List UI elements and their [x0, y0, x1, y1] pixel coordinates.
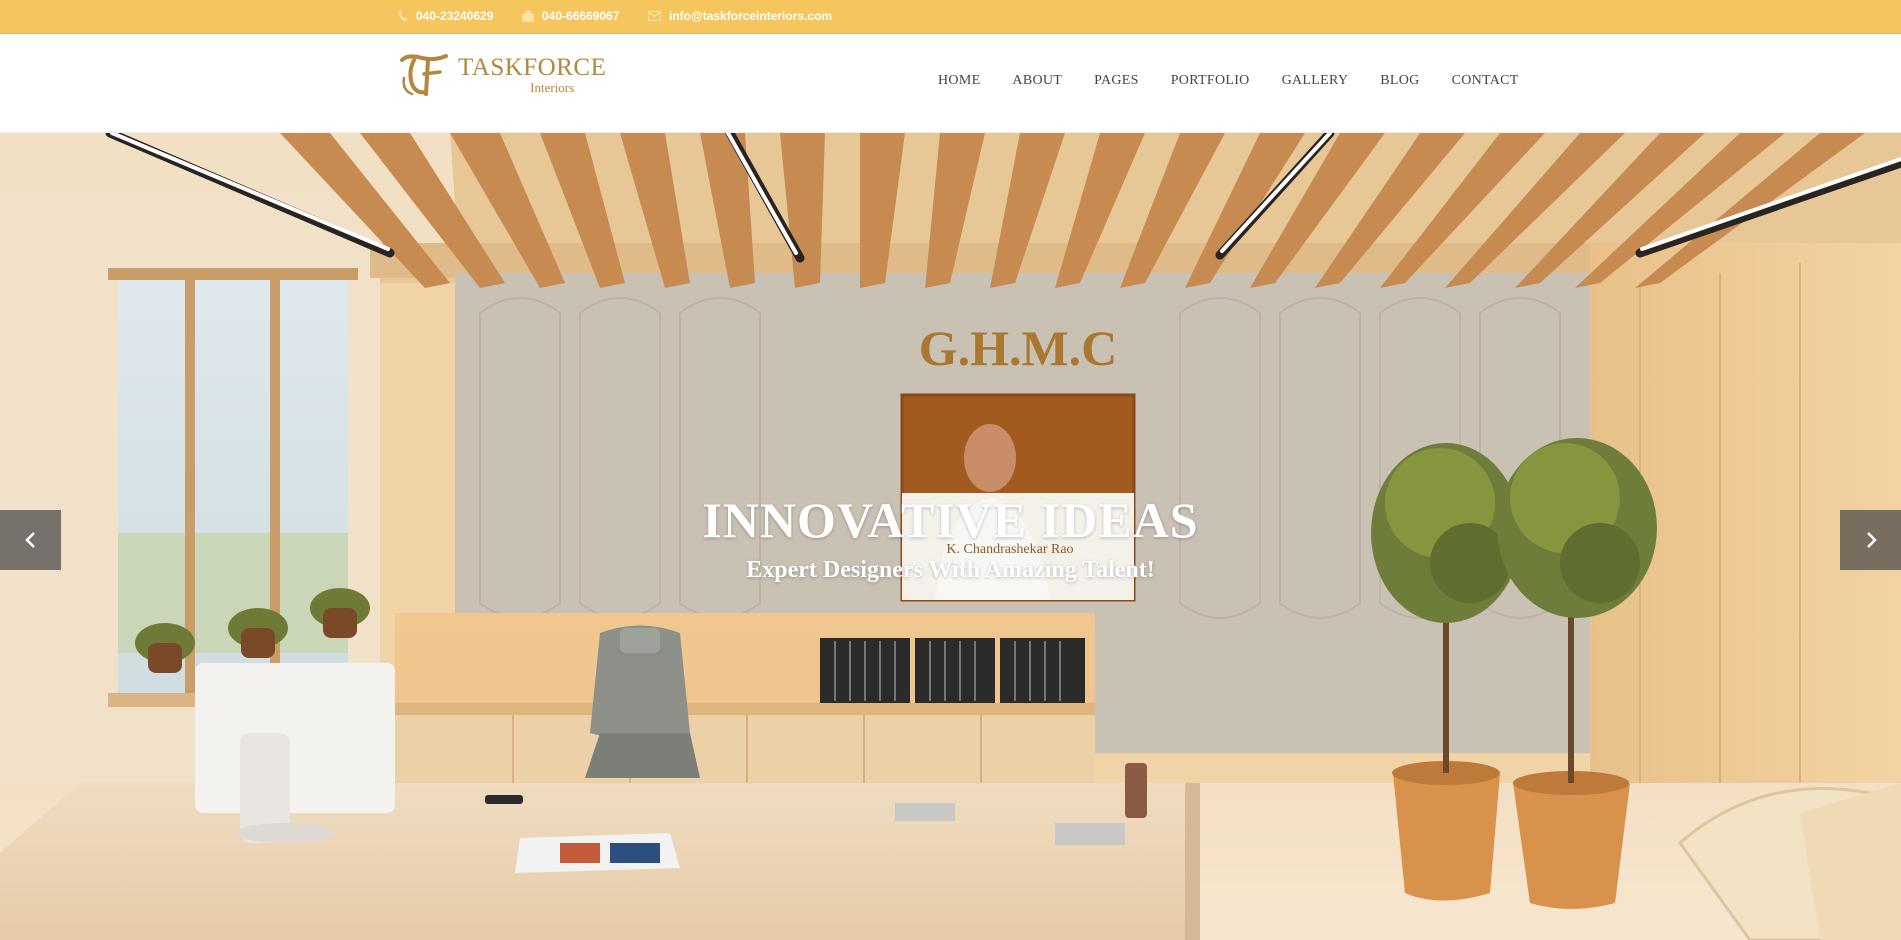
nav-about[interactable]: ABOUT [1012, 73, 1062, 89]
fax-icon [522, 10, 534, 22]
logo-name: TASKFORCE [458, 54, 607, 81]
hero-subtitle: Expert Designers With Amazing Talent! [746, 557, 1155, 583]
email-contact[interactable]: info@taskforceinteriors.com [648, 8, 832, 24]
slider-next-button[interactable] [1840, 510, 1901, 570]
nav-home[interactable]: HOME [938, 73, 980, 89]
phone-number-2: 040-66669067 [542, 9, 620, 23]
tf-monogram-icon [400, 54, 448, 96]
nav-gallery[interactable]: GALLERY [1282, 73, 1349, 89]
nav-contact[interactable]: CONTACT [1452, 73, 1519, 89]
site-logo[interactable]: TASKFORCE Interiors [398, 50, 608, 100]
nav-portfolio[interactable]: PORTFOLIO [1171, 73, 1250, 89]
wall-sign: G.H.M.C [919, 320, 1118, 376]
email-icon [648, 11, 661, 21]
hero-title: INNOVATIVE IDEAS [702, 492, 1199, 548]
nav-blog[interactable]: BLOG [1380, 73, 1419, 89]
phone-number-1: 040-23240629 [416, 9, 494, 23]
chevron-left-icon [24, 532, 35, 548]
email-address: info@taskforceinteriors.com [669, 9, 833, 23]
slider-prev-button[interactable] [0, 510, 61, 570]
chevron-right-icon [1866, 532, 1877, 548]
main-nav: HOME ABOUT PAGES PORTFOLIO GALLERY BLOG … [938, 73, 1519, 89]
site-header: TASKFORCE Interiors HOME ABOUT PAGES POR… [0, 34, 1901, 133]
nav-pages[interactable]: PAGES [1094, 73, 1139, 89]
phone-contact-1[interactable]: 040-23240629 [398, 8, 493, 24]
hero-slider: G.H.M.C K. Chandrashekar Rao INNOVATIVE … [0, 133, 1901, 940]
top-contact-bar: 040-23240629 040-66669067 info@taskforce… [0, 0, 1901, 34]
logo-subtitle: Interiors [530, 80, 575, 95]
phone-icon [398, 10, 408, 22]
phone-contact-2[interactable]: 040-66669067 [522, 8, 619, 24]
